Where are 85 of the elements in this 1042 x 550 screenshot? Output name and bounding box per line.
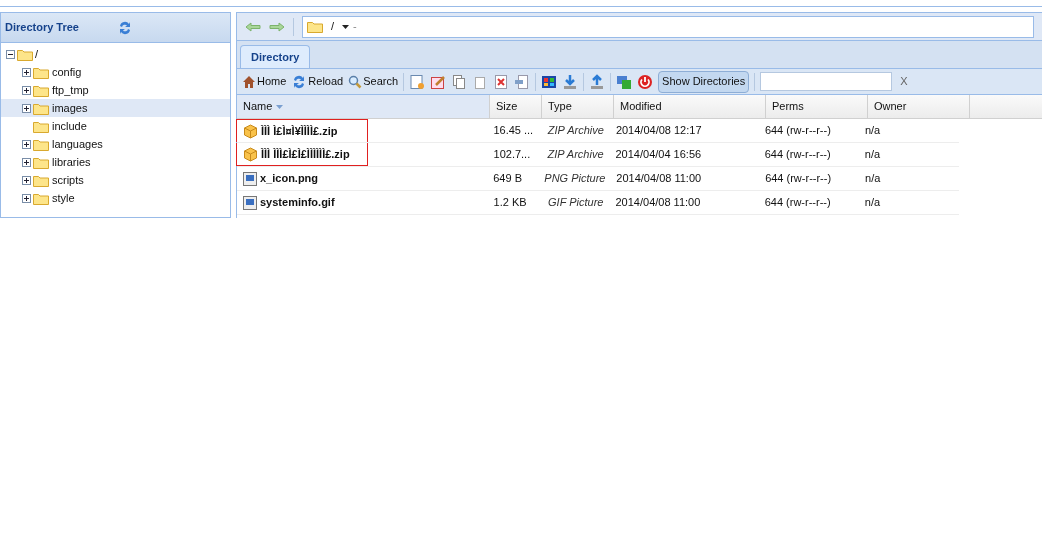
search-button[interactable]: Search <box>348 70 399 93</box>
folder-icon <box>33 173 49 187</box>
new-file-icon[interactable] <box>409 73 426 90</box>
tab[interactable]: Directory <box>240 45 311 68</box>
table-cell[interactable]: x_icon.png <box>236 167 368 190</box>
table-cell-text: 1.2 KB <box>492 195 528 211</box>
tree-item[interactable]: scripts <box>1 171 230 189</box>
table-cell-text: ZIP Archive <box>546 147 605 163</box>
folder-icon <box>33 83 49 97</box>
image-file-icon <box>243 195 257 210</box>
show-directories-toggle[interactable]: Show Directories <box>658 70 750 93</box>
table-cell-text: 644 (rw-r--r--) <box>764 171 833 187</box>
expand-icon[interactable] <box>22 85 31 95</box>
monitor-icon[interactable] <box>616 73 633 90</box>
expand-icon[interactable] <box>22 139 31 149</box>
table-cell-text: 102.7... <box>492 147 532 163</box>
upload-icon[interactable] <box>589 73 606 90</box>
table-cell-text: 2014/04/08 11:00 <box>615 171 703 187</box>
table-cell-text: n/a <box>863 147 882 163</box>
expand-icon[interactable] <box>22 103 31 113</box>
search-icon <box>348 74 363 89</box>
clear-button[interactable]: X <box>900 73 908 90</box>
folder-icon <box>17 47 33 61</box>
column-header[interactable]: Perms <box>766 95 868 118</box>
table-cell-text: n/a <box>863 123 882 139</box>
folder-icon <box>307 20 323 33</box>
reload-button[interactable]: Reload <box>291 70 344 93</box>
edit-icon[interactable] <box>430 73 447 90</box>
filter-field[interactable] <box>760 72 893 91</box>
path-field[interactable]: / - <box>302 15 1034 38</box>
rename-icon[interactable] <box>514 73 531 90</box>
download-icon[interactable] <box>562 73 579 90</box>
table-cell-text: GIF Picture <box>547 195 605 211</box>
tree-item[interactable]: ftp_tmp <box>1 81 230 99</box>
sort-arrow-icon <box>276 104 284 109</box>
column-header[interactable]: Size <box>490 95 542 118</box>
column-header[interactable]: Name <box>237 95 490 118</box>
copy-icon[interactable] <box>451 73 468 90</box>
collapse-icon[interactable] <box>6 49 15 59</box>
expand-icon[interactable] <box>22 193 31 203</box>
table-cell-text: 2014/04/04 16:56 <box>614 147 703 163</box>
table-cell[interactable]: systeminfo.gif <box>236 191 368 214</box>
tree-item[interactable]: style <box>1 189 230 207</box>
column-header[interactable]: Type <box>542 95 614 118</box>
dropdown-icon[interactable] <box>342 24 350 29</box>
tree-item[interactable]: languages <box>1 135 230 153</box>
folder-icon <box>33 65 49 79</box>
image-file-icon <box>243 171 257 186</box>
panel-title: Directory Tree <box>5 20 79 36</box>
tree-item[interactable]: images <box>1 99 230 117</box>
folder-icon <box>33 101 49 115</box>
delete-icon[interactable] <box>493 73 510 90</box>
folder-icon <box>33 119 49 133</box>
expand-icon[interactable] <box>22 175 31 185</box>
house-icon <box>242 74 256 89</box>
expand-icon[interactable] <box>22 157 31 167</box>
tree-item[interactable]: libraries <box>1 153 230 171</box>
table-cell-text: 649 B <box>492 171 523 187</box>
table-cell[interactable]: ÌÌÌ Ì£Ì¤Ì¥ÌÌÌÌ£.zip <box>236 119 368 142</box>
table-cell-text: 644 (rw-r--r--) <box>763 147 832 163</box>
power-icon[interactable] <box>637 73 654 90</box>
table-cell-text: 644 (rw-r--r--) <box>763 123 832 139</box>
package-icon <box>243 123 258 139</box>
expand-icon[interactable] <box>22 67 31 77</box>
table-cell-text: 2014/04/08 11:00 <box>614 195 702 211</box>
table-cell-text: 644 (rw-r--r--) <box>763 195 832 211</box>
table-cell-text: PNG Picture <box>543 171 607 187</box>
tree-item[interactable]: config <box>1 63 230 81</box>
tree-item[interactable]: / <box>35 45 39 63</box>
tree-item[interactable]: include <box>1 117 230 135</box>
table-cell[interactable]: ÌÌÌ ÌÌÌ£Ì£Ì£ÌÌÌÌÌÌ£.zip <box>236 143 368 166</box>
table-cell-text: n/a <box>863 195 882 211</box>
table-cell-text: n/a <box>864 171 882 187</box>
package-icon <box>243 146 258 162</box>
table-cell-text: 2014/04/08 12:17 <box>614 123 703 139</box>
home-button[interactable]: Home <box>242 70 287 93</box>
refresh-icon[interactable] <box>117 19 133 36</box>
column-header[interactable]: Owner <box>868 95 970 118</box>
grid-view-icon[interactable] <box>541 73 558 90</box>
folder-icon <box>33 137 49 151</box>
column-header[interactable]: Modified <box>614 95 766 118</box>
folder-icon <box>33 191 49 205</box>
table-cell-text: 16.45 ... <box>492 123 535 139</box>
table-cell-text: ZIP Archive <box>546 123 605 139</box>
folder-icon <box>33 155 49 169</box>
